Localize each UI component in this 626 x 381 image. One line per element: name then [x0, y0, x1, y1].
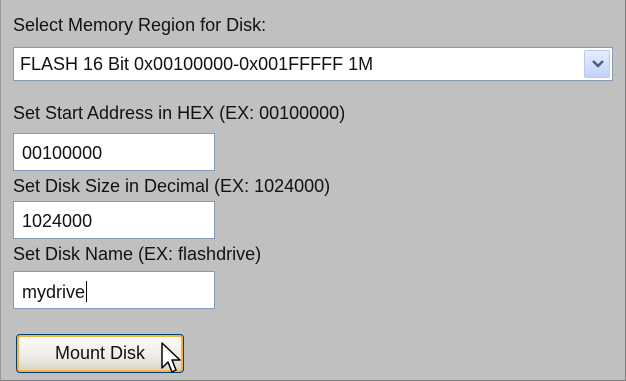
- disk-size-value: 1024000: [22, 211, 93, 231]
- chevron-down-icon: [592, 60, 604, 68]
- memory-region-select[interactable]: FLASH 16 Bit 0x00100000-0x001FFFFF 1M: [13, 47, 613, 81]
- mount-disk-button-label: Mount Disk: [54, 343, 146, 363]
- disk-name-label: Set Disk Name (EX: flashdrive): [13, 244, 262, 264]
- disk-name-text: mydrive: [22, 281, 88, 303]
- disk-size-input[interactable]: 1024000: [13, 201, 215, 239]
- disk-name-input[interactable]: mydrive: [13, 271, 215, 309]
- start-address-label: Set Start Address in HEX (EX: 00100000): [13, 103, 346, 123]
- mouse-pointer-icon: [161, 342, 181, 373]
- disk-size-label: Set Disk Size in Decimal (EX: 1024000): [13, 176, 331, 196]
- disk-name-value: mydrive: [22, 282, 86, 302]
- mount-disk-panel: Select Memory Region for Disk: FLASH 16 …: [0, 0, 626, 381]
- memory-region-selected-value: FLASH 16 Bit 0x00100000-0x001FFFFF 1M: [20, 54, 374, 74]
- mount-disk-button[interactable]: Mount Disk: [16, 334, 184, 373]
- text-caret: [86, 281, 88, 302]
- memory-region-dropdown-button[interactable]: [584, 50, 610, 78]
- start-address-input[interactable]: 00100000: [13, 133, 215, 171]
- memory-region-label: Select Memory Region for Disk:: [13, 15, 267, 35]
- start-address-value: 00100000: [22, 143, 103, 163]
